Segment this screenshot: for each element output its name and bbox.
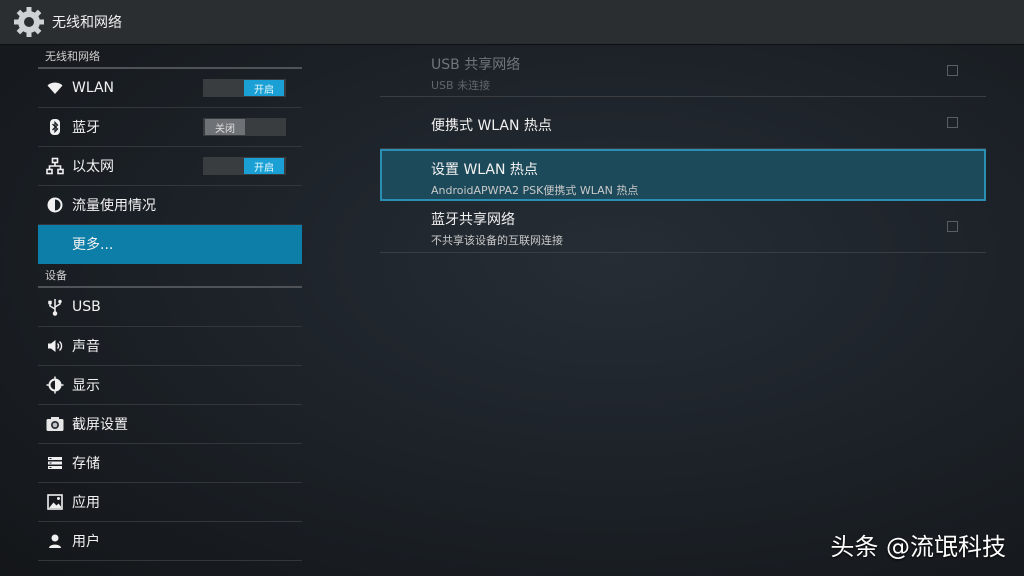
sidebar-item-label: 以太网 [72, 159, 114, 175]
ethernet-icon [45, 156, 65, 176]
settings-sidebar: 无线和网络 WLAN 开启 蓝牙 关闭 以太网 开启 流量使用情况 更多... … [38, 45, 302, 576]
data-usage-icon [45, 195, 65, 215]
sidebar-item-data-usage[interactable]: 流量使用情况 [38, 186, 302, 225]
list-item-title: 蓝牙共享网络 [431, 212, 515, 228]
list-item-subtitle: AndroidAPWPA2 PSK便携式 WLAN 热点 [431, 184, 639, 197]
sidebar-item-label: 更多... [72, 237, 114, 253]
display-icon [45, 375, 65, 395]
sidebar-item-more[interactable]: 更多... [38, 225, 302, 264]
sidebar-item-storage[interactable]: 存储 [38, 444, 302, 483]
speaker-icon [45, 336, 65, 356]
sidebar-item-label: 显示 [72, 378, 100, 394]
list-item-title: 设置 WLAN 热点 [431, 162, 538, 178]
sidebar-item-label: 存储 [72, 456, 100, 472]
sidebar-item-apps[interactable]: 应用 [38, 483, 302, 522]
sidebar-item-label: USB [72, 299, 101, 315]
apps-icon [45, 492, 65, 512]
sidebar-item-label: 声音 [72, 339, 100, 355]
sidebar-item-wlan[interactable]: WLAN 开启 [38, 69, 302, 108]
sidebar-item-label: WLAN [72, 80, 115, 96]
sidebar-item-ethernet[interactable]: 以太网 开启 [38, 147, 302, 186]
toggle-state-label: 开启 [244, 158, 284, 174]
list-item-subtitle: USB 未连接 [431, 79, 491, 92]
sidebar-item-screenshot[interactable]: 截屏设置 [38, 405, 302, 444]
sidebar-item-label: 应用 [72, 495, 100, 511]
bluetooth-tethering-checkbox[interactable] [947, 221, 958, 232]
list-item-hotspot-settings[interactable]: 设置 WLAN 热点 AndroidAPWPA2 PSK便携式 WLAN 热点 [380, 149, 986, 201]
more-settings-list: USB 共享网络 USB 未连接 便携式 WLAN 热点 设置 WLAN 热点 … [380, 45, 986, 253]
list-item-subtitle: 不共享该设备的互联网连接 [431, 234, 563, 247]
sidebar-item-usb[interactable]: USB [38, 288, 302, 327]
sidebar-item-sound[interactable]: 声音 [38, 327, 302, 366]
user-icon [45, 531, 65, 551]
bluetooth-toggle[interactable]: 关闭 [203, 118, 286, 136]
list-item-portable-hotspot[interactable]: 便携式 WLAN 热点 [380, 97, 986, 149]
usb-icon [45, 297, 65, 317]
sidebar-item-display[interactable]: 显示 [38, 366, 302, 405]
bluetooth-icon [45, 117, 65, 137]
sidebar-item-users[interactable]: 用户 [38, 522, 302, 561]
ethernet-toggle[interactable]: 开启 [203, 157, 286, 175]
list-item-bluetooth-tethering[interactable]: 蓝牙共享网络 不共享该设备的互联网连接 [380, 201, 986, 253]
portable-hotspot-checkbox[interactable] [947, 117, 958, 128]
page-title: 无线和网络 [52, 15, 122, 31]
section-header-wireless: 无线和网络 [38, 45, 302, 69]
usb-tethering-checkbox[interactable] [947, 65, 958, 76]
list-item-title: USB 共享网络 [431, 57, 521, 73]
list-item-title: 便携式 WLAN 热点 [431, 118, 552, 134]
section-header-device: 设备 [38, 264, 302, 288]
wlan-toggle[interactable]: 开启 [203, 79, 286, 97]
watermark: 头条 @流氓科技 [830, 533, 1006, 561]
wifi-icon [45, 78, 65, 98]
camera-icon [45, 414, 65, 434]
sidebar-item-label: 流量使用情况 [72, 198, 156, 214]
sidebar-item-label: 截屏设置 [72, 417, 128, 433]
title-bar: 无线和网络 [0, 0, 1024, 45]
list-item-usb-tethering[interactable]: USB 共享网络 USB 未连接 [380, 45, 986, 97]
sidebar-item-label: 用户 [72, 534, 100, 550]
sidebar-item-label: 蓝牙 [72, 120, 100, 136]
toggle-state-label: 关闭 [205, 119, 245, 135]
sidebar-item-bluetooth[interactable]: 蓝牙 关闭 [38, 108, 302, 147]
storage-icon [45, 453, 65, 473]
toggle-state-label: 开启 [244, 80, 284, 96]
settings-gear-icon[interactable] [12, 5, 46, 39]
